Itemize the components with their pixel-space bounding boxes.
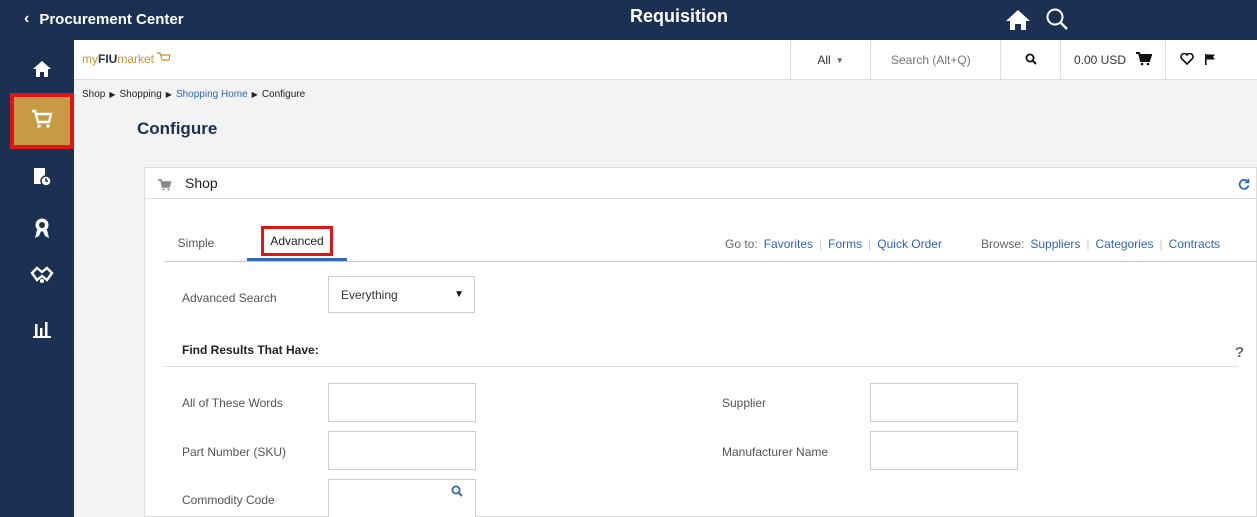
caret-down-icon: ▼ xyxy=(454,289,464,300)
refresh-icon[interactable] xyxy=(1238,177,1250,195)
advanced-search-value: Everything xyxy=(341,287,398,302)
logo-text-market: market xyxy=(117,52,155,66)
top-bar: ‹ Procurement Center Requisition xyxy=(10,0,1257,40)
search-button[interactable] xyxy=(1000,40,1060,80)
separator: | xyxy=(868,237,872,251)
commodity-code-label: Commodity Code xyxy=(182,493,275,507)
heart-icon[interactable] xyxy=(1180,52,1194,68)
document-clock-icon xyxy=(32,166,52,193)
manufacturer-label: Manufacturer Name xyxy=(722,445,829,459)
breadcrumb-shop[interactable]: Shop xyxy=(82,89,105,100)
back-button[interactable]: ‹ Procurement Center xyxy=(24,10,184,28)
search-icon[interactable] xyxy=(1044,6,1070,37)
search-input[interactable] xyxy=(891,53,991,67)
chevron-right-icon: ▶ xyxy=(109,90,116,99)
browse-links: Browse: Suppliers | Categories | Contracts xyxy=(981,237,1220,251)
all-words-label: All of These Words xyxy=(182,396,283,410)
advanced-search-label: Advanced Search xyxy=(182,291,277,305)
goto-links: Go to: Favorites | Forms | Quick Order xyxy=(725,237,942,251)
link-categories[interactable]: Categories xyxy=(1096,237,1154,251)
flag-icon[interactable] xyxy=(1204,53,1216,68)
part-number-input[interactable] xyxy=(328,431,476,470)
main-content: myFIUmarket All ▼ 0.00 USD xyxy=(74,40,1257,517)
market-header: myFIUmarket All ▼ 0.00 USD xyxy=(74,40,1257,80)
cart-summary[interactable]: 0.00 USD xyxy=(1060,40,1165,80)
shop-panel-header: Shop xyxy=(145,168,1257,199)
bar-chart-icon xyxy=(32,320,52,343)
divider xyxy=(165,366,1238,367)
tab-advanced[interactable]: Advanced xyxy=(247,224,347,261)
link-suppliers[interactable]: Suppliers xyxy=(1030,237,1080,251)
search-icon xyxy=(1025,53,1037,68)
search-icon[interactable] xyxy=(451,484,463,502)
breadcrumb-configure: Configure xyxy=(261,89,306,100)
separator: | xyxy=(1086,237,1090,251)
cart-icon xyxy=(158,178,172,196)
shop-panel-title: Shop xyxy=(185,175,218,191)
help-icon[interactable]: ? xyxy=(1235,344,1244,361)
manufacturer-input[interactable] xyxy=(870,431,1018,470)
tab-simple-label: Simple xyxy=(177,235,215,250)
nav-item-partners[interactable] xyxy=(10,252,74,302)
breadcrumb-shopping[interactable]: Shopping xyxy=(120,89,162,100)
tab-advanced-label: Advanced xyxy=(261,226,333,256)
nav-item-home[interactable] xyxy=(10,46,74,96)
search-tabs: Simple Advanced Go to: Favorites | Forms |… xyxy=(165,224,1257,262)
nav-item-history[interactable] xyxy=(10,154,74,204)
myfiumarket-logo[interactable]: myFIUmarket xyxy=(82,52,172,66)
home-icon[interactable] xyxy=(1005,9,1031,36)
cart-icon xyxy=(1136,51,1153,69)
nav-item-awards[interactable] xyxy=(10,205,74,255)
supplier-label: Supplier xyxy=(722,396,767,410)
nav-item-shop[interactable] xyxy=(10,93,74,149)
side-nav xyxy=(10,40,74,517)
header-actions xyxy=(1165,40,1257,80)
separator: | xyxy=(819,237,823,251)
link-quick-order[interactable]: Quick Order xyxy=(877,237,942,251)
cart-total: 0.00 USD xyxy=(1073,53,1127,67)
handshake-icon xyxy=(30,265,54,290)
search-filter-dropdown[interactable]: All ▼ xyxy=(790,40,870,80)
shop-panel: Shop Simple Advanced Go to: Favorites | F… xyxy=(144,167,1257,517)
nav-item-reports[interactable] xyxy=(10,306,74,356)
back-label: Procurement Center xyxy=(39,10,184,28)
part-number-label: Part Number (SKU) xyxy=(182,445,287,459)
search-input-cell[interactable] xyxy=(870,40,1000,80)
chevron-right-icon: ▶ xyxy=(251,90,258,99)
advanced-search-select[interactable]: Everything ▼ xyxy=(328,276,475,313)
logo-text-fiu: FIU xyxy=(98,52,118,66)
filter-label: All xyxy=(817,53,831,67)
cart-icon xyxy=(31,109,53,134)
browse-label: Browse: xyxy=(981,237,1025,251)
page-header-title: Requisition xyxy=(630,6,728,26)
app-frame: ‹ Procurement Center Requisition myFIUma… xyxy=(0,0,1257,517)
goto-label: Go to: xyxy=(725,237,758,251)
chevron-left-icon: ‹ xyxy=(24,10,30,27)
caret-down-icon: ▼ xyxy=(835,55,844,65)
link-favorites[interactable]: Favorites xyxy=(764,237,813,251)
section-title: Find Results That Have: xyxy=(182,343,319,357)
link-forms[interactable]: Forms xyxy=(828,237,862,251)
page-title: Configure xyxy=(137,119,218,138)
breadcrumb: Shop ▶ Shopping ▶ Shopping Home ▶ Configure xyxy=(82,89,305,100)
breadcrumb-shopping-home[interactable]: Shopping Home xyxy=(176,89,248,100)
ribbon-icon xyxy=(32,217,52,244)
chevron-right-icon: ▶ xyxy=(165,90,172,99)
tab-simple[interactable]: Simple xyxy=(165,224,227,261)
all-words-input[interactable] xyxy=(328,383,476,422)
home-icon xyxy=(32,60,52,83)
supplier-input[interactable] xyxy=(870,383,1018,422)
separator: | xyxy=(1159,237,1163,251)
link-contracts[interactable]: Contracts xyxy=(1169,237,1220,251)
logo-text-my: my xyxy=(82,52,98,66)
